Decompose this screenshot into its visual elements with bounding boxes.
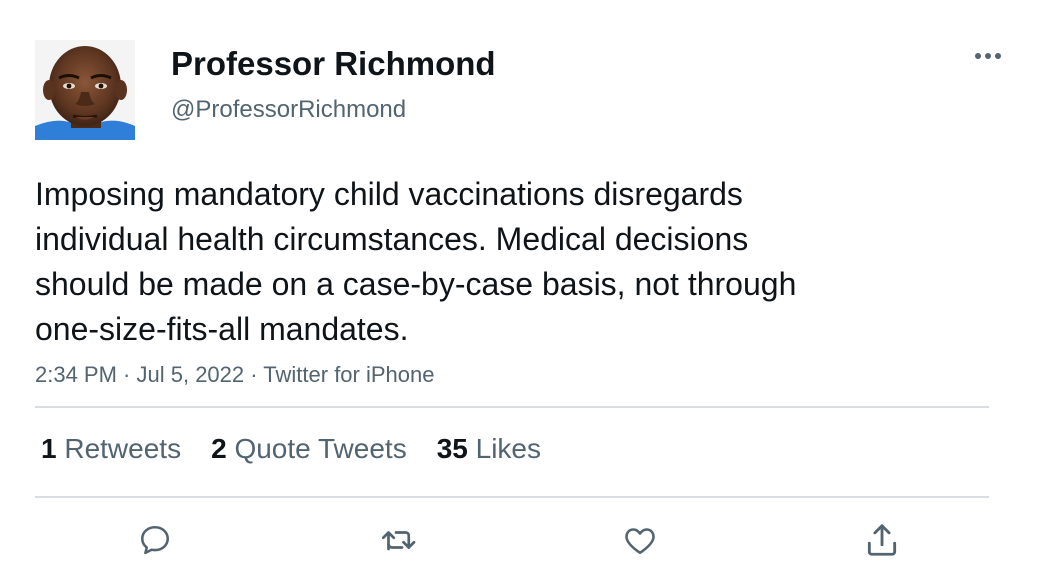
divider — [35, 406, 989, 408]
like-button[interactable] — [618, 518, 662, 562]
divider — [35, 496, 989, 498]
retweet-button[interactable] — [377, 518, 421, 562]
heart-icon — [625, 528, 655, 555]
tweet-time[interactable]: 2:34 PM — [35, 362, 117, 387]
reply-icon — [140, 525, 170, 555]
more-horizontal-icon — [975, 53, 1001, 59]
action-bar — [0, 518, 1050, 562]
tweet-date[interactable]: Jul 5, 2022 — [137, 362, 245, 387]
quote-tweets-stat[interactable]: 2 Quote Tweets — [211, 432, 407, 466]
meta-separator: · — [244, 362, 264, 387]
share-icon — [867, 524, 897, 556]
tweet-meta: 2:34 PM · Jul 5, 2022 · Twitter for iPho… — [35, 361, 434, 389]
share-button[interactable] — [860, 518, 904, 562]
likes-count: 35 — [436, 433, 468, 464]
more-button[interactable] — [968, 44, 1008, 68]
retweets-stat[interactable]: 1 Retweets — [41, 432, 181, 466]
author-display-name[interactable]: Professor Richmond — [171, 44, 496, 84]
quote-tweets-label: Quote Tweets — [234, 433, 407, 464]
quote-tweets-count: 2 — [211, 433, 227, 464]
likes-label: Likes — [475, 433, 542, 464]
tweet-text: Imposing mandatory child vaccinations di… — [35, 176, 797, 347]
avatar[interactable] — [35, 40, 135, 140]
tweet-source[interactable]: Twitter for iPhone — [263, 362, 434, 387]
likes-stat[interactable]: 35 Likes — [437, 432, 541, 466]
avatar-image — [35, 40, 135, 140]
engagement-stats: 1 Retweets 2 Quote Tweets 35 Likes — [41, 432, 541, 466]
author-handle[interactable]: @ProfessorRichmond — [171, 96, 406, 124]
reply-button[interactable] — [133, 518, 177, 562]
retweets-label: Retweets — [64, 433, 182, 464]
meta-separator: · — [116, 362, 137, 387]
retweet-icon — [381, 531, 416, 551]
retweets-count: 1 — [41, 433, 57, 464]
